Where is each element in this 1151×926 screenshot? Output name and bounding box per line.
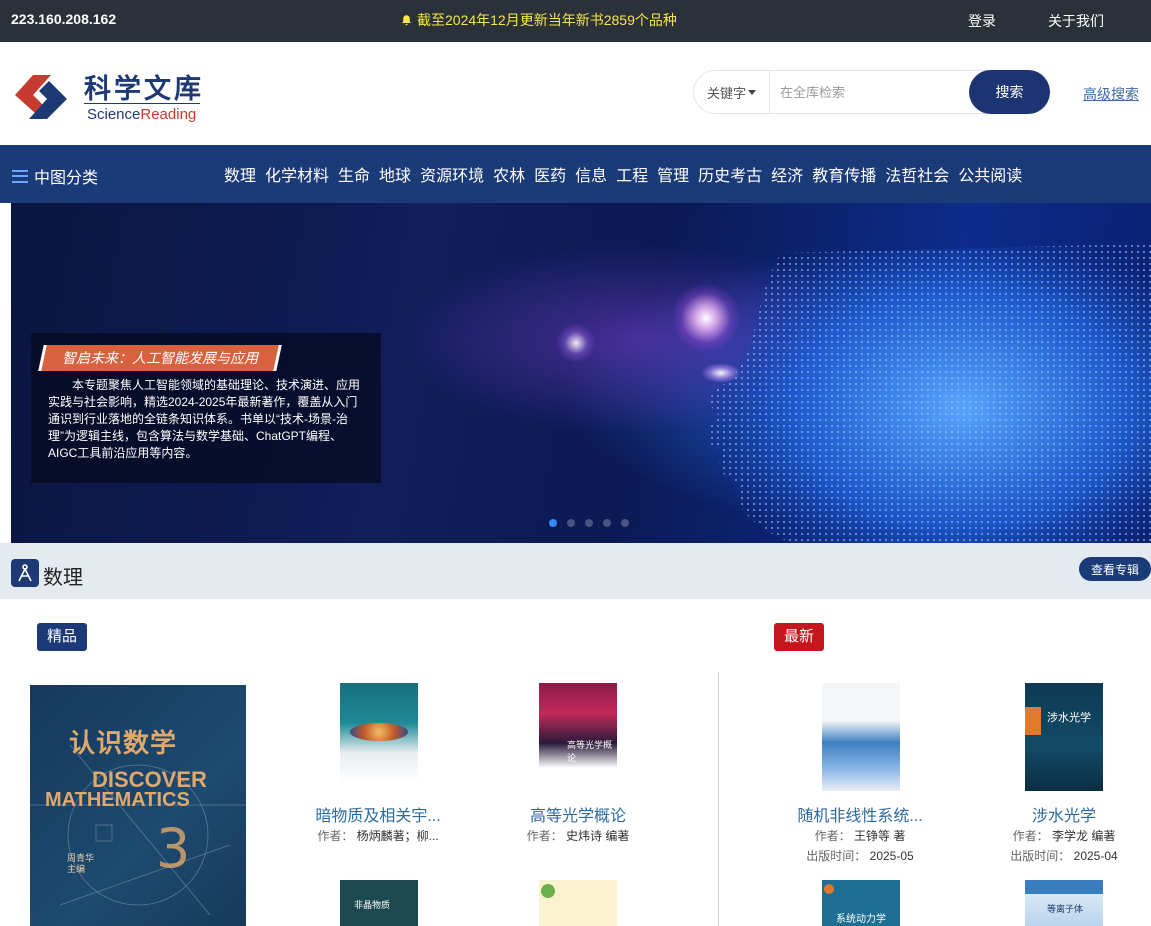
- cover-title-text: 等离子体: [1047, 904, 1084, 914]
- banner-description: 本专题聚焦人工智能领域的基础理论、技术演进、应用实践与社会影响，精选2024-2…: [48, 378, 361, 460]
- featured-book-cover[interactable]: 认识数学 DISCOVER MATHEMATICS 3 周青华 主编: [30, 685, 246, 926]
- advanced-search-link[interactable]: 高级搜索: [1083, 84, 1139, 104]
- book-card[interactable]: 随机非线性系统... 作者： 王铮等 著 出版时间： 2025-05: [760, 683, 960, 863]
- search-input[interactable]: [780, 82, 960, 102]
- book-author: 作者： 李学龙 编著: [1012, 829, 1116, 843]
- carousel-dot[interactable]: [585, 519, 593, 527]
- about-us-link[interactable]: 关于我们: [1048, 11, 1104, 31]
- search-button[interactable]: 搜索: [969, 70, 1050, 114]
- nav-item-information[interactable]: 信息: [575, 162, 607, 186]
- book-card[interactable]: 暗物质及相关宇... 作者： 杨炳麟著；柳...: [278, 683, 478, 843]
- cover-title-text: 高等光学概论: [567, 740, 613, 763]
- caret-down-icon: [748, 89, 756, 95]
- site-header: 科学文库 ScienceReading 关键字 搜索 高级搜索: [0, 42, 1151, 145]
- book-publish-date: 出版时间： 2025-04: [1010, 849, 1118, 863]
- compass-icon: [11, 559, 39, 587]
- cover-title-text: 系统动力学: [836, 914, 886, 925]
- book-card[interactable]: 涉水光学 涉水光学 作者： 李学龙 编著 出版时间： 2025-04: [951, 683, 1151, 863]
- book-cover: [340, 683, 418, 783]
- light-glow: [671, 283, 741, 353]
- bell-icon: [402, 14, 411, 25]
- ip-address: 223.160.208.162: [11, 11, 117, 27]
- nav-item-agriculture-forestry[interactable]: 农林: [493, 162, 525, 186]
- nav-item-management[interactable]: 管理: [657, 162, 689, 186]
- nav-item-economics[interactable]: 经济: [771, 162, 803, 186]
- logo-english-title: ScienceReading: [87, 106, 197, 123]
- book-title[interactable]: 暗物质及相关宇...: [278, 802, 478, 826]
- nav-item-history-archaeology[interactable]: 历史考古: [698, 162, 762, 186]
- sciencereading-logo-icon[interactable]: [11, 71, 71, 123]
- cover-editor: 周青华 主编: [67, 853, 95, 874]
- book-cover: [822, 683, 900, 791]
- book-author: 作者： 史炜诗 编著: [526, 829, 630, 843]
- section-header: 数理 查看专辑: [0, 543, 1151, 599]
- logo-chinese-title: 科学文库: [84, 74, 204, 105]
- carousel-dot[interactable]: [603, 519, 611, 527]
- nav-item-life[interactable]: 生命: [338, 162, 370, 186]
- view-collection-button[interactable]: 查看专辑: [1079, 557, 1151, 581]
- classification-menu-button[interactable]: 中图分类: [12, 164, 98, 188]
- nav-item-chemistry-materials[interactable]: 化学材料: [265, 162, 329, 186]
- light-glow: [701, 363, 741, 383]
- book-cover: 高等光学概论: [539, 683, 617, 783]
- cover-title-cn: 认识数学: [69, 728, 178, 758]
- main-nav: 中图分类 数理 化学材料 生命 地球 资源环境 农林 医药 信息 工程 管理 历…: [0, 145, 1151, 203]
- book-card[interactable]: 高等光学概论 高等光学概论 作者： 史炜诗 编著: [478, 683, 678, 843]
- classification-label: 中图分类: [34, 170, 99, 187]
- book-cover[interactable]: 等离子体: [1025, 880, 1103, 926]
- nav-item-education-media[interactable]: 教育传播: [812, 162, 876, 186]
- featured-label: 精品: [37, 623, 88, 651]
- light-glow: [556, 323, 596, 363]
- carousel-dots: [549, 519, 629, 527]
- book-cover[interactable]: 系统动力学: [822, 880, 900, 926]
- logo-divider: [84, 103, 200, 104]
- section-title: 数理: [43, 567, 83, 589]
- book-publish-date: 出版时间： 2025-05: [806, 849, 914, 863]
- carousel-dot[interactable]: [549, 519, 557, 527]
- book-author: 作者： 杨炳麟著；柳...: [317, 829, 439, 843]
- nav-item-medicine[interactable]: 医药: [534, 162, 566, 186]
- hero-banner[interactable]: 智启未来：人工智能发展与应用 本专题聚焦人工智能领域的基础理论、技术演进、应用实…: [11, 203, 1151, 543]
- nav-item-public-reading[interactable]: 公共阅读: [958, 162, 1022, 186]
- cover-volume: 3: [156, 817, 191, 880]
- notice-text: 截至2024年12月更新当年新书2859个品种: [417, 12, 677, 28]
- book-title[interactable]: 高等光学概论: [478, 802, 678, 826]
- book-cover[interactable]: 非晶物质: [340, 880, 418, 926]
- menu-icon: [12, 169, 28, 183]
- login-link[interactable]: 登录: [968, 11, 996, 31]
- top-bar: 223.160.208.162 截至2024年12月更新当年新书2859个品种 …: [0, 0, 1151, 42]
- nav-item-law-philosophy-society[interactable]: 法哲社会: [885, 162, 949, 186]
- book-author: 作者： 王铮等 著: [814, 829, 906, 843]
- nav-item-math-physics[interactable]: 数理: [224, 162, 256, 186]
- category-list: 数理 化学材料 生命 地球 资源环境 农林 医药 信息 工程 管理 历史考古 经…: [224, 162, 1031, 186]
- update-notice: 截至2024年12月更新当年新书2859个品种: [400, 10, 677, 30]
- search-type-label: 关键字: [706, 85, 746, 101]
- book-title[interactable]: 涉水光学: [964, 802, 1151, 826]
- search-type-dropdown[interactable]: 关键字: [694, 71, 770, 113]
- column-divider: [718, 672, 719, 926]
- cover-title-text: 涉水光学: [1047, 712, 1091, 724]
- banner-title[interactable]: 智启未来：人工智能发展与应用: [38, 345, 282, 371]
- latest-label: 最新: [774, 623, 825, 651]
- nav-item-engineering[interactable]: 工程: [616, 162, 648, 186]
- carousel-dot[interactable]: [621, 519, 629, 527]
- book-cover[interactable]: [539, 880, 617, 926]
- book-title[interactable]: 随机非线性系统...: [760, 802, 960, 826]
- carousel-dot[interactable]: [567, 519, 575, 527]
- search-bar: 关键字 搜索: [693, 70, 1050, 114]
- nav-item-resources-environment[interactable]: 资源环境: [420, 162, 484, 186]
- banner-caption: 智启未来：人工智能发展与应用 本专题聚焦人工智能领域的基础理论、技术演进、应用实…: [31, 333, 381, 483]
- nav-item-earth[interactable]: 地球: [379, 162, 411, 186]
- book-cover: 涉水光学: [1025, 683, 1103, 791]
- cover-title-text: 非晶物质: [354, 900, 391, 910]
- cover-title-en: MATHEMATICS: [45, 789, 190, 811]
